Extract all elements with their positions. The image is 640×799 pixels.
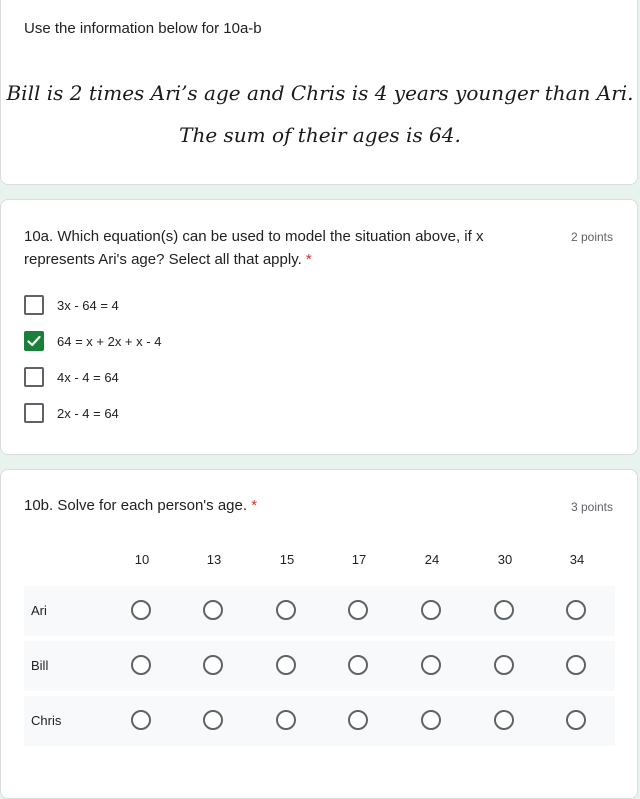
question-title: 10a. Which equation(s) can be used to mo… [24,225,483,271]
radio-button[interactable] [421,710,441,730]
checkbox-option-1[interactable]: 3x - 64 = 4 [24,294,119,316]
option-label: 64 = x + 2x + x - 4 [57,333,162,349]
points-label: 3 points [570,500,613,514]
radio-button[interactable] [203,600,223,620]
required-asterisk: * [251,497,258,514]
grid-row-label: Bill [31,658,49,673]
required-asterisk: * [305,251,312,268]
radio-button[interactable] [348,600,368,620]
grid-row-label: Ari [31,603,47,618]
option-label: 4x - 4 = 64 [57,369,119,385]
radio-button[interactable] [421,655,441,675]
grid-row-bill: Bill [24,641,615,691]
grid-column-header: 13 [206,552,222,567]
option-label: 2x - 4 = 64 [57,405,119,421]
radio-button[interactable] [566,600,586,620]
checkbox[interactable] [24,295,44,315]
grid-column-header: 34 [569,552,585,567]
question-10b-card: 10b. Solve for each person's age. * 3 po… [0,469,638,799]
checkbox[interactable] [24,403,44,423]
problem-line-2: The sum of their ages is 64. [179,123,461,147]
grid-column-header: 24 [424,552,440,567]
option-label: 3x - 64 = 4 [57,297,119,313]
radio-button[interactable] [494,655,514,675]
question-10a-card: 10a. Which equation(s) can be used to mo… [0,199,638,455]
question-title-text: 10b. Solve for each person's age. [24,497,248,514]
checkmark-icon [27,335,41,347]
checkbox-option-4[interactable]: 2x - 4 = 64 [24,402,119,424]
grid-column-header: 15 [279,552,295,567]
radio-button[interactable] [348,655,368,675]
radio-button[interactable] [566,655,586,675]
problem-line-1: Bill is 2 times Ari’s age and Chris is 4… [6,81,634,105]
question-title-line-1: 10a. Which equation(s) can be used to mo… [24,228,484,245]
radio-button[interactable] [131,600,151,620]
radio-button[interactable] [203,710,223,730]
radio-button[interactable] [203,655,223,675]
points-label: 2 points [570,230,613,244]
question-title: 10b. Solve for each person's age. * [24,494,257,517]
radio-button[interactable] [566,710,586,730]
intro-text: Use the information below for 10a-b [24,20,262,37]
grid-row-ari: Ari [24,586,615,636]
radio-button[interactable] [276,710,296,730]
grid-column-header: 17 [351,552,367,567]
radio-button[interactable] [131,710,151,730]
grid-row-chris: Chris [24,696,615,746]
radio-button[interactable] [421,600,441,620]
radio-button[interactable] [494,600,514,620]
grid-column-header: 30 [497,552,513,567]
radio-button[interactable] [276,600,296,620]
checkbox-option-2[interactable]: 64 = x + 2x + x - 4 [24,330,161,352]
radio-button[interactable] [494,710,514,730]
radio-button[interactable] [348,710,368,730]
checkbox-checked[interactable] [24,331,44,351]
checkbox-option-3[interactable]: 4x - 4 = 64 [24,366,119,388]
grid-column-header: 10 [134,552,150,567]
radio-button[interactable] [131,655,151,675]
checkbox[interactable] [24,367,44,387]
info-card: Use the information below for 10a-b Bill… [0,0,638,185]
grid-row-label: Chris [31,713,62,728]
question-title-line-2: represents Ari's age? Select all that ap… [24,251,302,268]
radio-button[interactable] [276,655,296,675]
